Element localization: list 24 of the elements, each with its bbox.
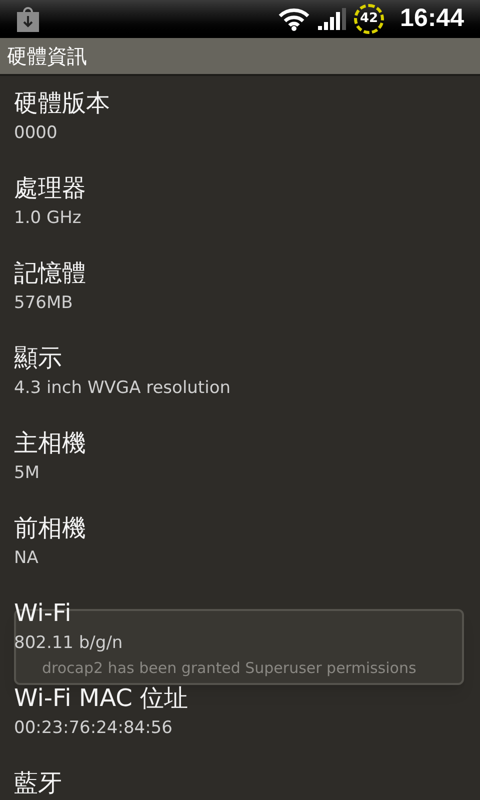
item-title: 主相機 <box>14 428 86 459</box>
item-value: 00:23:76:24:84:56 <box>14 717 172 740</box>
download-icon <box>16 6 40 32</box>
screen-title: 硬體資訊 <box>7 43 87 70</box>
item-title: 前相機 <box>14 513 86 544</box>
item-value: 4.3 inch WVGA resolution <box>14 377 231 400</box>
item-title: 顯示 <box>14 343 62 374</box>
item-title: Wi-Fi <box>14 598 72 629</box>
item-value: 1.0 GHz <box>14 207 82 230</box>
item-title: 藍牙 <box>14 768 62 799</box>
clock: 16:44 <box>400 3 464 34</box>
item-value: NA <box>14 547 38 570</box>
item-title: Wi-Fi MAC 位址 <box>14 683 188 714</box>
battery-indicator: 42 <box>354 4 384 34</box>
signal-icon <box>318 7 346 31</box>
item-title: 硬體版本 <box>14 88 110 119</box>
item-value: 5M <box>14 462 40 485</box>
item-value: 576MB <box>14 292 73 315</box>
item-value: 802.11 b/g/n <box>14 632 123 655</box>
item-title: 處理器 <box>14 173 86 204</box>
item-title: 記憶體 <box>14 258 86 289</box>
toast-message: drocap2 has been granted Superuser permissions <box>42 658 416 678</box>
wifi-icon <box>278 7 310 31</box>
item-value: 0000 <box>14 122 58 145</box>
